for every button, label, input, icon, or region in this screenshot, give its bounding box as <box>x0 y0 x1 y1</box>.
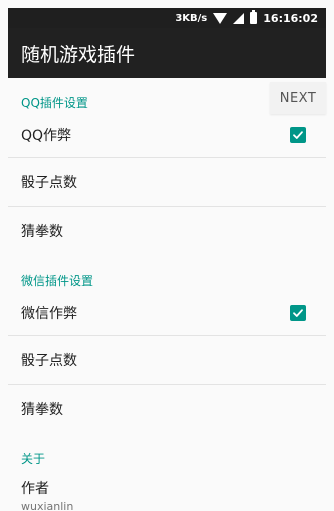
pref-wechat-dice[interactable]: 骰子点数 <box>8 336 326 384</box>
category-about: 关于 <box>21 452 46 466</box>
settings-list[interactable]: NEXT QQ插件设置 QQ作弊 骰子点数 猜拳数 微信插件设置 微信作弊 骰子… <box>8 78 326 511</box>
pref-qq-cheat-label: QQ作弊 <box>21 128 72 144</box>
qq-cheat-checkbox[interactable] <box>290 127 306 143</box>
battery-icon <box>250 10 258 24</box>
wechat-cheat-checkbox[interactable] <box>290 304 306 321</box>
pref-qq-cheat[interactable]: QQ作弊 <box>8 113 326 157</box>
network-speed: 3KB/s <box>175 12 208 24</box>
next-button[interactable]: NEXT <box>270 82 326 114</box>
pref-wechat-dice-label: 骰子点数 <box>21 353 77 369</box>
pref-qq-rps-label: 猜拳数 <box>21 224 63 240</box>
pref-author[interactable]: 作者 <box>8 476 326 500</box>
pref-wechat-rps-label: 猜拳数 <box>21 402 63 418</box>
pref-wechat-cheat-label: 微信作弊 <box>21 305 77 322</box>
pref-wechat-cheat[interactable]: 微信作弊 <box>8 290 326 335</box>
checkmark-icon <box>293 131 303 139</box>
category-qq: QQ插件设置 <box>21 96 88 110</box>
pref-qq-rps[interactable]: 猜拳数 <box>8 207 326 255</box>
pref-author-label: 作者 <box>21 481 49 497</box>
pref-wechat-rps[interactable]: 猜拳数 <box>8 385 326 433</box>
category-wechat: 微信插件设置 <box>21 274 94 288</box>
wifi-icon <box>213 12 228 24</box>
checkmark-icon <box>293 308 303 317</box>
app-bar: 随机游戏插件 <box>8 28 326 78</box>
signal-icon <box>233 12 245 24</box>
pref-author-summary: wuxianlin <box>21 500 74 511</box>
app-title: 随机游戏插件 <box>21 43 136 66</box>
screen: 3KB/s 16:16:02 随机游戏插件 NEXT QQ插件设置 QQ作弊 骰… <box>0 0 334 511</box>
pref-qq-dice[interactable]: 骰子点数 <box>8 158 326 206</box>
clock: 16:16:02 <box>263 11 318 25</box>
status-bar: 3KB/s 16:16:02 <box>8 8 326 28</box>
pref-qq-dice-label: 骰子点数 <box>21 175 77 191</box>
